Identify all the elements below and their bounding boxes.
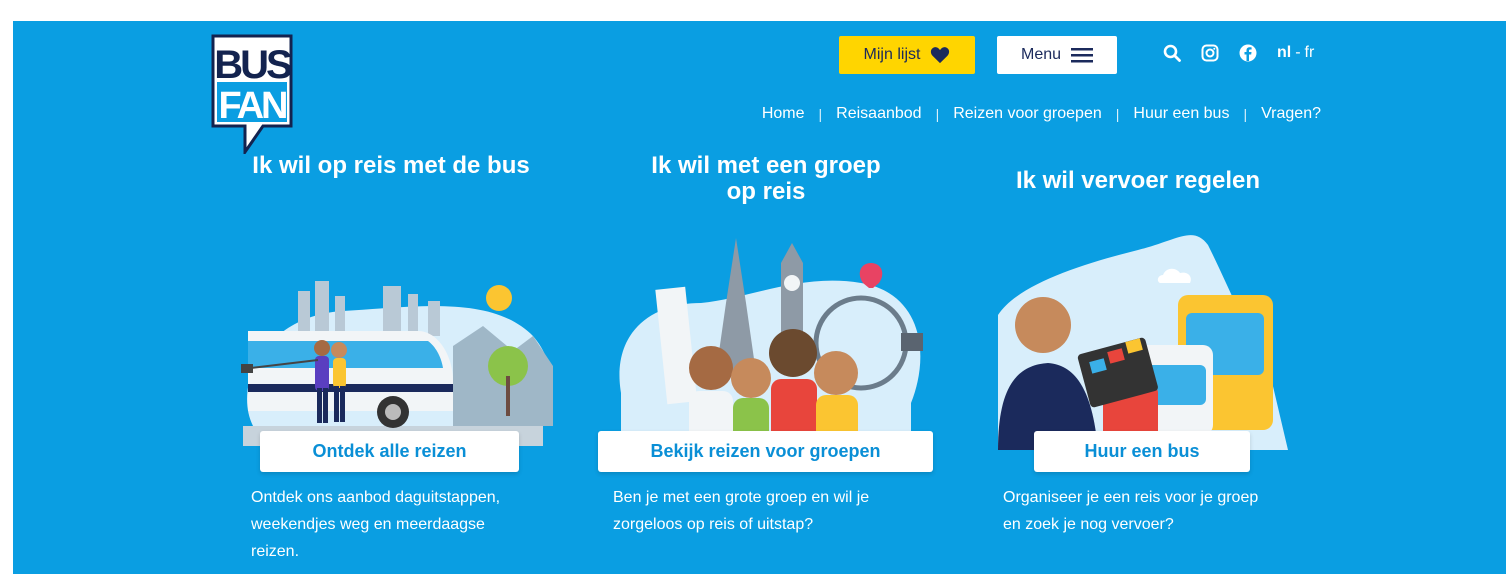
nav-separator: |	[818, 106, 823, 122]
column-title-group: Ik wil met een groep op reis	[651, 152, 881, 205]
nav-reisaanbod[interactable]: Reisaanbod	[836, 105, 921, 123]
bus-rental-illustration	[998, 235, 1288, 450]
my-list-label: Mijn lijst	[863, 46, 921, 63]
nav-separator: |	[1115, 106, 1120, 122]
header-icons: nl - fr	[1163, 44, 1314, 62]
my-list-button[interactable]: Mijn lijst	[839, 36, 975, 74]
group-trips-button[interactable]: Bekijk reizen voor groepen	[598, 431, 933, 472]
group-travel-illustration	[619, 238, 923, 443]
facebook-icon[interactable]	[1239, 44, 1257, 62]
lang-fr[interactable]: fr	[1305, 44, 1315, 62]
column-title-travel: Ik wil op reis met de bus	[252, 152, 530, 179]
hero-section: BUS FAN Mijn lijst Menu nl - fr Home | R…	[13, 21, 1506, 574]
language-switcher: nl - fr	[1277, 44, 1314, 62]
column-description-travel: Ontdek ons aanbod daguitstappen, weekend…	[251, 489, 501, 560]
lang-separator: -	[1295, 44, 1301, 61]
menu-label: Menu	[1020, 46, 1062, 63]
nav-separator: |	[935, 106, 940, 122]
column-title-transport: Ik wil vervoer regelen	[1015, 167, 1261, 194]
nav-home[interactable]: Home	[762, 105, 805, 123]
discover-trips-button[interactable]: Ontdek alle reizen	[260, 431, 519, 472]
lang-nl[interactable]: nl	[1277, 44, 1291, 62]
instagram-icon[interactable]	[1201, 44, 1219, 62]
bus-travel-illustration	[241, 281, 553, 446]
main-nav: Home | Reisaanbod | Reizen voor groepen …	[762, 105, 1321, 123]
nav-vragen[interactable]: Vragen?	[1261, 105, 1321, 123]
nav-reizen-voor-groepen[interactable]: Reizen voor groepen	[953, 105, 1102, 123]
heart-icon	[931, 47, 950, 64]
logo-text-bus: BUS	[214, 43, 292, 87]
column-description-transport: Organiseer je een reis voor je groep en …	[1003, 489, 1259, 533]
column-description-group: Ben je met een grote groep en wil je zor…	[613, 489, 870, 533]
search-icon[interactable]	[1163, 44, 1181, 62]
rent-bus-button[interactable]: Huur een bus	[1034, 431, 1250, 472]
busfan-logo[interactable]: BUS FAN	[211, 34, 293, 154]
nav-huur-een-bus[interactable]: Huur een bus	[1133, 105, 1229, 123]
column-transport: Ik wil vervoer regelen	[958, 168, 1318, 194]
logo-text-fan: FAN	[219, 85, 287, 127]
hamburger-icon	[1071, 48, 1094, 63]
column-group: Ik wil met een groep op reis	[586, 153, 946, 205]
menu-button[interactable]: Menu	[997, 36, 1117, 74]
column-travel: Ik wil op reis met de bus	[211, 153, 571, 179]
nav-separator: |	[1243, 106, 1248, 122]
